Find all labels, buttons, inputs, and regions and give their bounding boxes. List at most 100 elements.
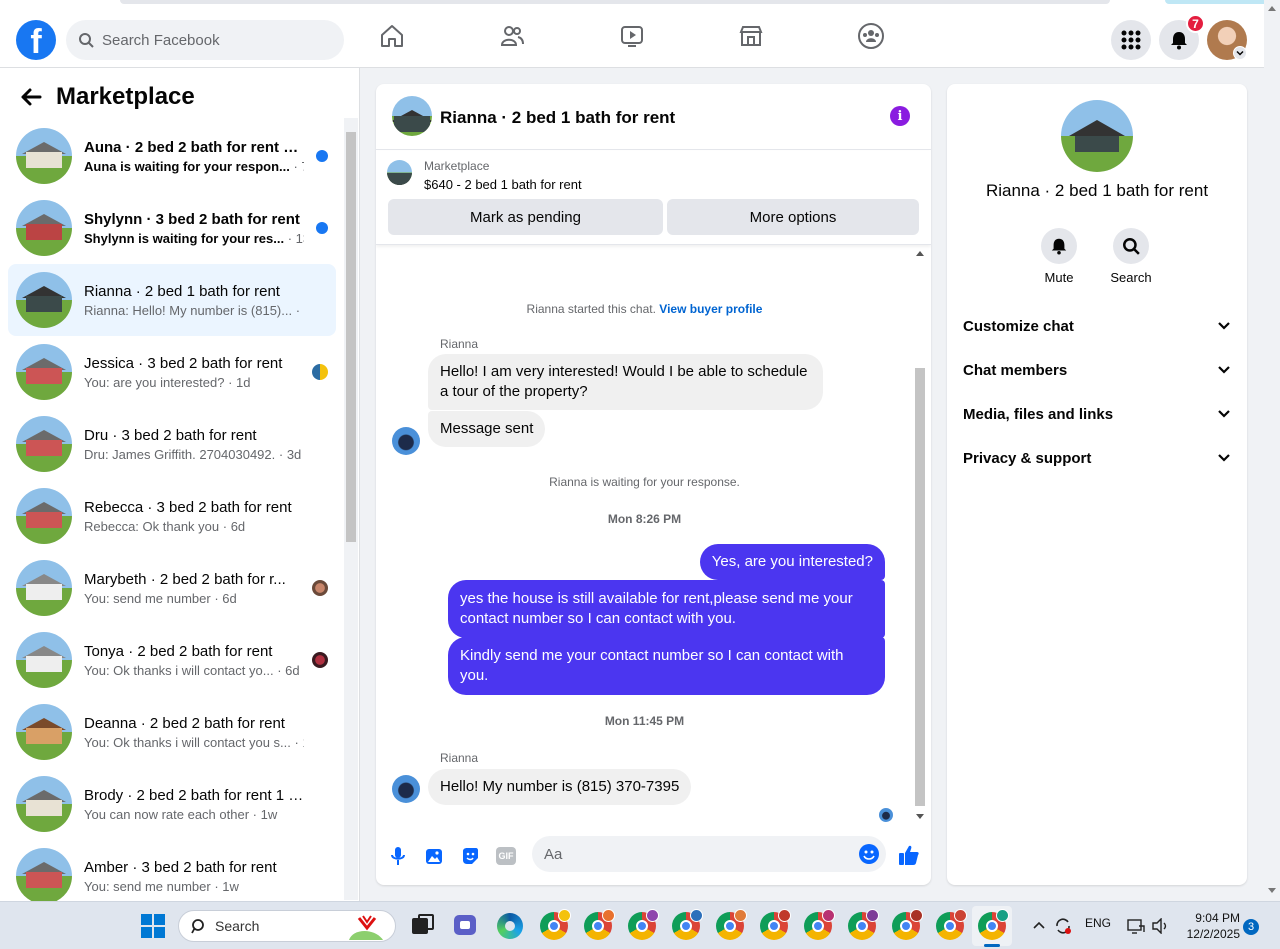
video-icon[interactable] bbox=[618, 22, 646, 50]
conversation-item[interactable]: Amber · 3 bed 2 bath for rent You: send m… bbox=[8, 840, 336, 901]
scrollbar-thumb[interactable] bbox=[346, 132, 356, 542]
notification-center-badge[interactable]: 3 bbox=[1243, 919, 1259, 935]
groups-icon[interactable] bbox=[857, 22, 885, 50]
listing-thumbnail bbox=[16, 632, 72, 688]
system-clock[interactable]: 9:04 PM 12/2/2025 bbox=[1180, 910, 1240, 942]
chat-title[interactable]: Rianna · 2 bed 1 bath for rent bbox=[440, 108, 675, 128]
account-chevron-icon[interactable] bbox=[1233, 46, 1247, 60]
chrome-icon-active[interactable] bbox=[978, 909, 1009, 940]
chat-avatar[interactable] bbox=[392, 96, 432, 136]
outgoing-message[interactable]: yes the house is still available for ren… bbox=[448, 580, 885, 638]
mark-as-pending-button[interactable]: Mark as pending bbox=[388, 199, 663, 235]
seen-avatar bbox=[312, 580, 328, 596]
scroll-up-arrow-icon[interactable] bbox=[1268, 6, 1276, 11]
conversation-item[interactable]: Brody · 2 bed 2 bath for rent 1 h... You … bbox=[8, 768, 336, 840]
conversation-item[interactable]: Rebecca · 3 bed 2 bath for rent Rebecca: … bbox=[8, 480, 336, 552]
media-files-links-section[interactable]: Media, files and links bbox=[963, 396, 1231, 432]
conversation-preview: Rebecca: Ok thank you · 6d bbox=[84, 518, 246, 534]
outgoing-message[interactable]: Yes, are you interested? bbox=[699, 544, 885, 580]
like-thumbs-up-icon[interactable] bbox=[896, 842, 922, 868]
facebook-search[interactable] bbox=[66, 20, 344, 60]
conversation-item[interactable]: Dru · 3 bed 2 bath for rent Dru: James Gr… bbox=[8, 408, 336, 480]
conversation-name: Dru · 3 bed 2 bath for rent bbox=[84, 426, 257, 444]
search-label: Search bbox=[1110, 270, 1152, 285]
taskbar-search[interactable] bbox=[178, 910, 396, 942]
listing-price[interactable]: $640 - 2 bed 1 bath for rent bbox=[424, 177, 582, 192]
taskbar-search-input[interactable] bbox=[215, 918, 335, 934]
search-icon bbox=[79, 33, 94, 48]
conversation-item-active[interactable]: Rianna · 2 bed 1 bath for rent Rianna: He… bbox=[8, 264, 336, 336]
privacy-support-section[interactable]: Privacy & support bbox=[963, 440, 1231, 476]
incoming-message[interactable]: Message sent bbox=[428, 411, 546, 447]
conversation-item[interactable]: Shylynn · 3 bed 2 bath for rent Shylynn i… bbox=[8, 192, 336, 264]
teams-icon[interactable] bbox=[452, 912, 480, 940]
sticker-icon[interactable] bbox=[458, 844, 482, 868]
search-input[interactable] bbox=[102, 31, 322, 49]
sync-icon[interactable] bbox=[1054, 917, 1072, 935]
home-icon[interactable] bbox=[378, 22, 406, 50]
conversation-item[interactable]: Marybeth · 2 bed 2 bath for r... You: sen… bbox=[8, 552, 336, 624]
facebook-logo[interactable]: f bbox=[16, 20, 56, 60]
chevron-up-icon[interactable] bbox=[1032, 920, 1046, 930]
menu-grid-button[interactable] bbox=[1111, 20, 1151, 60]
conversation-item[interactable]: Auna · 2 bed 2 bath for rent 1 ... Auna i… bbox=[8, 120, 336, 192]
gif-icon[interactable]: GIF bbox=[494, 844, 518, 868]
message-list: Rianna started this chat. View buyer pro… bbox=[376, 246, 913, 826]
chrome-icon[interactable] bbox=[584, 909, 615, 940]
windows-start-icon[interactable] bbox=[140, 913, 166, 939]
back-arrow-icon[interactable] bbox=[20, 87, 42, 107]
microphone-icon[interactable] bbox=[386, 844, 410, 868]
mute-button[interactable]: Mute bbox=[1029, 228, 1089, 285]
chrome-icon[interactable] bbox=[892, 909, 923, 940]
chrome-icon[interactable] bbox=[936, 909, 967, 940]
scroll-down-arrow-icon[interactable] bbox=[1268, 888, 1276, 893]
search-in-chat-button[interactable]: Search bbox=[1101, 228, 1161, 285]
chrome-icon[interactable] bbox=[716, 909, 747, 940]
message-input[interactable] bbox=[544, 845, 844, 863]
outgoing-message[interactable]: Kindly send me your contact number so I … bbox=[448, 637, 885, 695]
incoming-message[interactable]: Hello! I am very interested! Would I be … bbox=[428, 354, 823, 410]
sidebar-scrollbar[interactable] bbox=[344, 118, 358, 900]
friends-icon[interactable] bbox=[498, 22, 526, 50]
incoming-message[interactable]: Hello! My number is (815) 370-7395 bbox=[428, 769, 692, 805]
active-app-indicator bbox=[984, 944, 1000, 947]
photo-icon[interactable] bbox=[422, 844, 446, 868]
chat-members-section[interactable]: Chat members bbox=[963, 352, 1231, 388]
chrome-icon[interactable] bbox=[760, 909, 791, 940]
chrome-icon[interactable] bbox=[672, 909, 703, 940]
conversation-item[interactable]: Deanna · 2 bed 2 bath for rent You: Ok th… bbox=[8, 696, 336, 768]
chat-profile-image[interactable] bbox=[1061, 100, 1133, 172]
more-options-button[interactable]: More options bbox=[667, 199, 919, 235]
message-input-box[interactable] bbox=[532, 836, 886, 872]
chrome-icon[interactable] bbox=[848, 909, 879, 940]
chevron-down-icon bbox=[1218, 454, 1230, 462]
info-icon[interactable]: i bbox=[890, 106, 910, 126]
customize-chat-section[interactable]: Customize chat bbox=[963, 308, 1231, 344]
listing-thumbnail bbox=[16, 704, 72, 760]
scroll-up-arrow-icon[interactable] bbox=[916, 251, 924, 256]
view-buyer-profile-link[interactable]: View buyer profile bbox=[659, 302, 762, 316]
conversation-name: Rebecca · 3 bed 2 bath for rent bbox=[84, 498, 292, 516]
network-icon[interactable] bbox=[1127, 918, 1145, 934]
sender-avatar[interactable] bbox=[392, 775, 420, 803]
chat-started-notice: Rianna started this chat. View buyer pro… bbox=[526, 302, 763, 316]
scrollbar-thumb[interactable] bbox=[915, 368, 925, 806]
marketplace-icon[interactable] bbox=[737, 22, 765, 50]
edge-icon[interactable] bbox=[496, 912, 524, 940]
chat-scrollbar[interactable] bbox=[913, 246, 927, 826]
chrome-icon[interactable] bbox=[628, 909, 659, 940]
conversation-item[interactable]: Jessica · 3 bed 2 bath for rent You: are … bbox=[8, 336, 336, 408]
chrome-icon[interactable] bbox=[804, 909, 835, 940]
chrome-icon[interactable] bbox=[540, 909, 571, 940]
task-view-icon[interactable] bbox=[408, 912, 436, 940]
emoji-icon[interactable] bbox=[858, 843, 880, 865]
language-indicator[interactable]: ENG bbox=[1085, 916, 1111, 930]
sender-avatar[interactable] bbox=[392, 427, 420, 455]
page-scrollbar[interactable] bbox=[1264, 0, 1280, 900]
scroll-down-arrow-icon[interactable] bbox=[916, 814, 924, 819]
conversation-item[interactable]: Tonya · 2 bed 2 bath for rent You: Ok tha… bbox=[8, 624, 336, 696]
notifications-button[interactable]: 7 bbox=[1159, 14, 1205, 60]
volume-icon[interactable] bbox=[1151, 918, 1169, 934]
listing-thumbnail bbox=[16, 128, 72, 184]
listing-thumbnail[interactable] bbox=[387, 160, 412, 185]
